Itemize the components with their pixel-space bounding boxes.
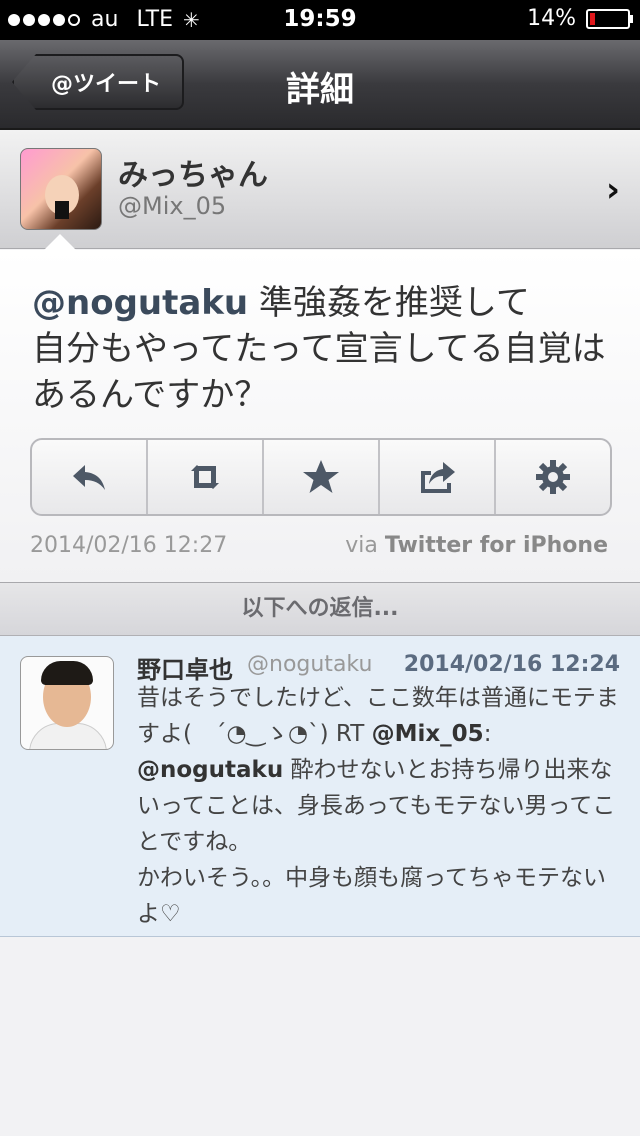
via-prefix: via [345, 533, 378, 558]
reply-mention-link[interactable]: @Mix_05 [372, 721, 484, 747]
author-avatar[interactable] [20, 148, 102, 230]
tweet-source: via Twitter for iPhone [345, 533, 608, 558]
author-handle: @Mix_05 [118, 192, 227, 220]
retweet-icon [191, 465, 219, 489]
share-icon [421, 462, 455, 493]
navigation-bar: @ツイート 詳細 [0, 40, 640, 130]
battery-icon [586, 8, 633, 29]
tweet-timestamp: 2014/02/16 12:27 [30, 533, 228, 558]
tweet-detail: @nogutaku 準強姦を推奨して 自分もやってたって宣言してる自覚はあるんで… [0, 250, 640, 580]
gear-icon [536, 460, 570, 494]
author-profile-row[interactable]: みっちゃん @Mix_05 › [0, 130, 640, 249]
chevron-right-icon[interactable]: › [606, 170, 620, 210]
status-bar: au LTE ✳ 19:59 14% [0, 0, 640, 40]
tweet-text: @nogutaku 準強姦を推奨して 自分もやってたって宣言してる自覚はあるんで… [32, 280, 612, 418]
share-button[interactable] [380, 440, 496, 514]
avatar-mouth [55, 201, 69, 219]
tweet-action-bar [30, 438, 612, 516]
tweet-mention-link[interactable]: @nogutaku [32, 283, 248, 323]
star-icon [303, 460, 339, 493]
avatar-body [29, 723, 107, 749]
callout-pointer [44, 234, 76, 250]
favorite-button[interactable] [264, 440, 380, 514]
page-title: 詳細 [286, 70, 354, 110]
author-name: みっちゃん [118, 158, 268, 193]
reply-text-part2: : [483, 721, 492, 747]
reply-tweet-item[interactable]: 野口卓也 @nogutaku 2014/02/16 12:24 昔はそうでしたけ… [0, 636, 640, 937]
avatar-hair [41, 661, 93, 685]
reply-icon [73, 465, 105, 490]
reply-button[interactable] [32, 440, 148, 514]
in-reply-to-header: 以下への返信... [0, 582, 640, 636]
settings-button[interactable] [496, 440, 610, 514]
reply-text: 昔はそうでしたけど、ここ数年は普通にモテますよ( ´◔‿ゝ◔`) RT @Mix… [137, 680, 625, 932]
reply-mention-link[interactable]: @nogutaku [137, 757, 283, 783]
retweet-button[interactable] [148, 440, 264, 514]
reply-timestamp: 2014/02/16 12:24 [403, 652, 620, 677]
via-client-link[interactable]: Twitter for iPhone [385, 533, 608, 558]
reply-author-avatar[interactable] [20, 656, 114, 750]
reply-author-handle: @nogutaku [247, 652, 373, 677]
status-right: 14% [527, 6, 633, 31]
battery-percent: 14% [527, 6, 576, 31]
battery-fill [590, 12, 595, 25]
